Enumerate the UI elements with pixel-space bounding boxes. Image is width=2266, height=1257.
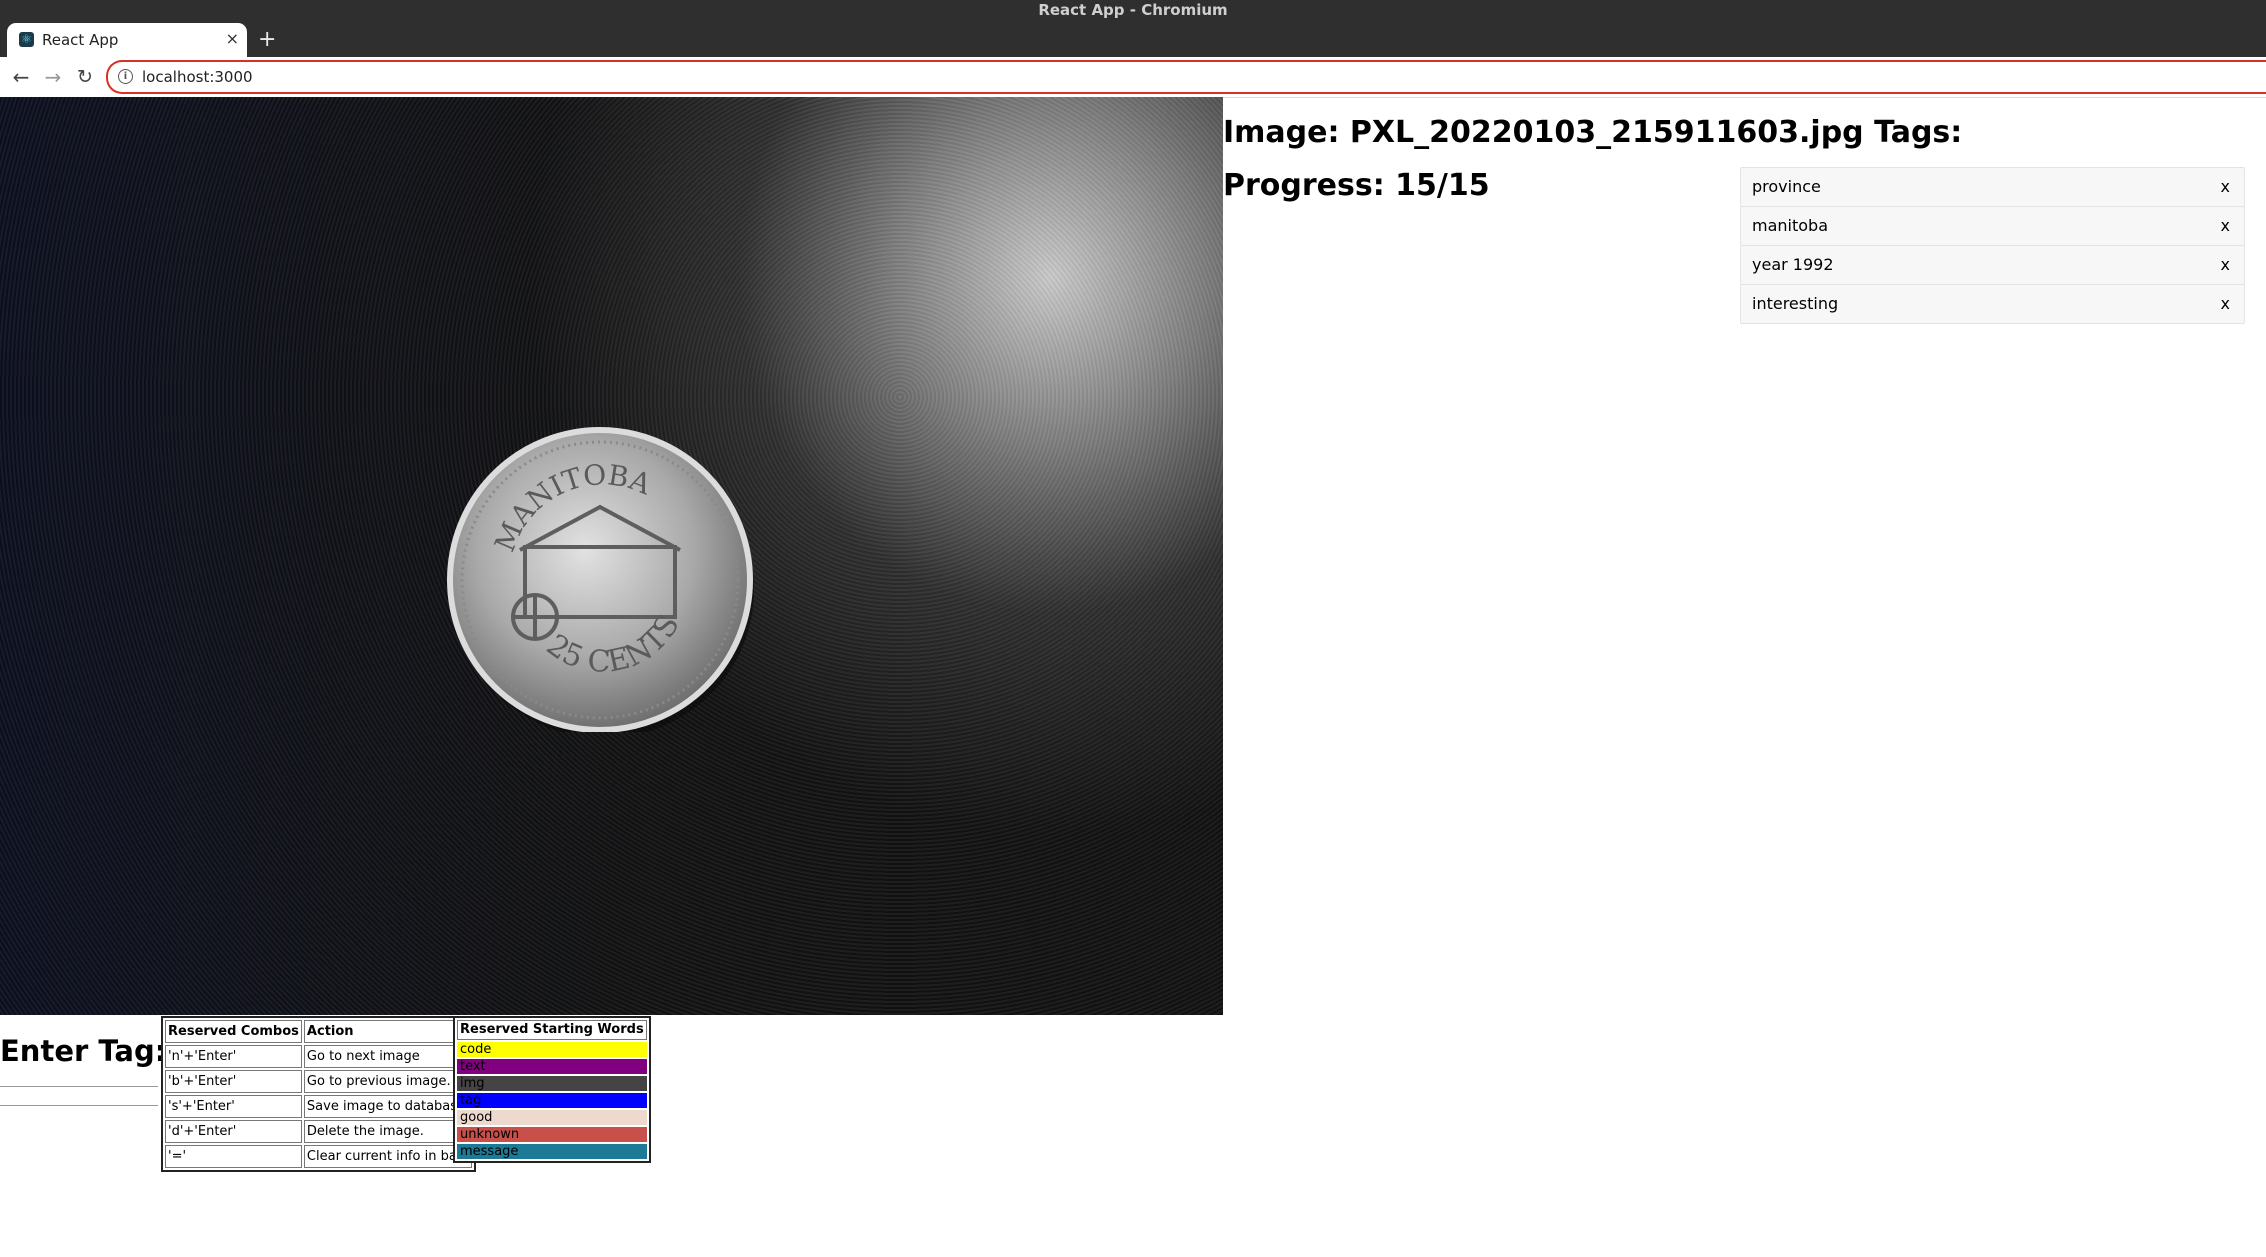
action-cell: Go to next image (303, 1045, 473, 1068)
table-row: message (457, 1144, 647, 1159)
table-header-row: Reserved Starting Words (457, 1020, 647, 1040)
tag-item: interesting x (1740, 284, 2245, 324)
tag-input[interactable] (0, 1086, 158, 1106)
back-arrow-icon[interactable]: ← (9, 65, 33, 89)
table-row: 'n'+'Enter' Go to next image (165, 1045, 473, 1068)
table-row: code (457, 1042, 647, 1057)
tag-item: province x (1740, 167, 2245, 207)
tag-list: province x manitoba x year 1992 x intere… (1740, 167, 2245, 324)
reserved-word-cell: text (457, 1059, 647, 1074)
action-cell: Save image to database. (303, 1095, 473, 1118)
tags-heading: Tags: (1874, 115, 1963, 150)
reserved-word-cell: message (457, 1144, 647, 1159)
remove-tag-button[interactable]: x (2221, 254, 2230, 276)
table-row: tag (457, 1093, 647, 1108)
tag-item: year 1992 x (1740, 245, 2245, 285)
combo-cell: 'b'+'Enter' (165, 1070, 302, 1093)
tab-close-icon[interactable]: × (226, 28, 239, 50)
action-cell: Clear current info in bar (303, 1145, 473, 1168)
action-cell: Delete the image. (303, 1120, 473, 1143)
table-row: 'b'+'Enter' Go to previous image. (165, 1070, 473, 1093)
react-favicon-icon: ⚛ (19, 32, 34, 47)
reserved-combos-table: Reserved Combos Action 'n'+'Enter' Go to… (161, 1016, 477, 1172)
action-cell: Go to previous image. (303, 1070, 473, 1093)
combo-cell: 'n'+'Enter' (165, 1045, 302, 1068)
table-row: text (457, 1059, 647, 1074)
column-header: Reserved Starting Words (457, 1020, 647, 1040)
remove-tag-button[interactable]: x (2221, 176, 2230, 198)
reload-icon[interactable]: ↻ (73, 65, 97, 89)
browser-toolbar: ← → ↻ i localhost:3000 (0, 57, 2266, 98)
table-row: 's'+'Enter' Save image to database. (165, 1095, 473, 1118)
remove-tag-button[interactable]: x (2221, 215, 2230, 237)
reserved-word-cell: good (457, 1110, 647, 1125)
tagged-image: MANITOBA 25 CENTS (0, 97, 1223, 1015)
reserved-word-cell: code (457, 1042, 647, 1057)
new-tab-icon[interactable]: + (258, 26, 276, 54)
column-header: Reserved Combos (165, 1020, 302, 1043)
reserved-word-cell: unknown (457, 1127, 647, 1142)
reserved-words-table: Reserved Starting Words code text img ta… (453, 1016, 651, 1163)
forward-arrow-icon[interactable]: → (41, 65, 65, 89)
table-row: good (457, 1110, 647, 1125)
table-row: 'd'+'Enter' Delete the image. (165, 1120, 473, 1143)
reserved-word-cell: img (457, 1076, 647, 1091)
progress-heading: Progress: 15/15 (1223, 168, 1490, 203)
browser-tab[interactable]: ⚛ React App × (7, 23, 247, 57)
window-title: React App - Chromium (1038, 1, 1228, 19)
reserved-word-cell: tag (457, 1093, 647, 1108)
tag-label: interesting (1752, 294, 1839, 313)
column-header: Action (303, 1020, 473, 1043)
remove-tag-button[interactable]: x (2221, 293, 2230, 315)
table-row: unknown (457, 1127, 647, 1142)
tag-label: year 1992 (1752, 255, 1834, 274)
browser-titlebar: React App - Chromium ⚛ React App × + (0, 0, 2266, 57)
combo-cell: 'd'+'Enter' (165, 1120, 302, 1143)
tag-label: province (1752, 177, 1821, 196)
combo-cell: 's'+'Enter' (165, 1095, 302, 1118)
url-text[interactable]: localhost:3000 (142, 66, 253, 88)
table-row: img (457, 1076, 647, 1091)
combo-cell: '=' (165, 1145, 302, 1168)
tab-title: React App (42, 31, 119, 49)
tag-label: manitoba (1752, 216, 1828, 235)
table-header-row: Reserved Combos Action (165, 1020, 473, 1043)
coin-image: MANITOBA 25 CENTS (447, 427, 754, 732)
image-filename-label: Image: PXL_20220103_215911603.jpg (1223, 115, 1864, 150)
info-icon[interactable]: i (118, 69, 133, 84)
tag-item: manitoba x (1740, 206, 2245, 246)
table-row: '=' Clear current info in bar (165, 1145, 473, 1168)
address-bar[interactable]: i localhost:3000 (106, 60, 2266, 94)
enter-tag-label: Enter Tag: (0, 1034, 167, 1068)
image-heading: Image: PXL_20220103_215911603.jpg Tags: (1223, 112, 1962, 154)
